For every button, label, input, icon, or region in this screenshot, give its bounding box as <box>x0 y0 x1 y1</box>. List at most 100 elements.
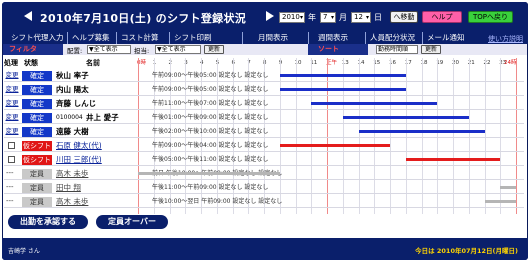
employee-name[interactable]: 石原 健太(代) <box>56 140 102 151</box>
employee-name[interactable]: 内山 陽太 <box>56 84 89 95</box>
tab-help-recruit[interactable]: ヘルプ募集 <box>69 32 117 44</box>
col-action-header: 処理 <box>4 59 18 67</box>
tab-mail-notify[interactable]: メール通知 <box>424 32 486 44</box>
time-label: 24時 <box>504 60 517 66</box>
edit-link[interactable]: 変更 <box>4 112 20 123</box>
sort-select[interactable]: 勤務時間順 <box>376 45 418 54</box>
tab-monthly[interactable]: 月間表示 <box>244 32 309 44</box>
page-title: 2010年7月10日(土) のシフト登録状況 <box>40 12 247 25</box>
shift-time-text: 午前09:00～午後05:00 設定なし 設定なし <box>152 72 269 79</box>
status-badge: 定員 <box>22 183 52 193</box>
status-badge: 確定 <box>22 99 52 109</box>
table-row: 仮シフト 川田 三郎(代) 午後05:00～午後11:00 設定なし 設定なし <box>4 154 524 166</box>
today-date: 今日は 2010年07月12日(月曜日) <box>415 247 518 255</box>
table-row: 変更 確定 0100004 井上 愛子 午後01:00～午後09:00 設定なし 設定な… <box>4 112 524 124</box>
table-row: ---定員高木 未歩前日 午後10:00～午前09:00 設定なし 設定なし <box>4 168 524 180</box>
table-row: 変更 確定 内山 陽太 午前09:00～午後05:00 設定なし 設定なし <box>4 84 524 96</box>
usage-help-link[interactable]: 使い方説明 <box>488 34 523 44</box>
status-badge: 仮シフト <box>22 155 52 165</box>
shift-time-text: 午後02:00～午後10:00 設定なし 設定なし <box>152 128 269 135</box>
status-badge: 確定 <box>22 127 52 137</box>
table-row: --- 定員 田中 翔 午後11:00～午前09:00 設定なし 設定なし <box>4 182 524 194</box>
shift-bar[interactable] <box>500 186 516 189</box>
approve-attendance-button[interactable]: 出勤を承認する <box>8 215 88 229</box>
dept-label: 配置: <box>67 47 83 55</box>
tab-staffing[interactable]: 人員配分状況 <box>367 32 423 44</box>
status-badge: 仮シフト <box>22 141 52 151</box>
row-checkbox[interactable] <box>8 156 15 163</box>
edit-link[interactable]: 変更 <box>4 98 20 109</box>
shift-time-text: 午前09:00～午後04:00 設定なし 設定なし <box>152 142 269 149</box>
employee-name[interactable]: 川田 三郎(代) <box>56 154 102 165</box>
edit-link[interactable]: 変更 <box>4 84 20 95</box>
status-badge: 確定 <box>22 85 52 95</box>
employee-name[interactable]: 田中 翔 <box>56 182 81 193</box>
shift-bar[interactable] <box>484 200 516 203</box>
dept-select[interactable]: ▼全て表示 <box>87 45 131 54</box>
shift-bar[interactable] <box>405 158 501 161</box>
tab-bar: シフト代理入力 ヘルプ募集 コスト計算 シフト印刷 月間表示 週間表示 人員配分… <box>2 32 528 44</box>
edit-link[interactable]: 変更 <box>4 126 20 137</box>
sort-update-button[interactable]: 更新 <box>421 45 441 54</box>
table-row: 変更 確定 斉藤 しんじ 午前11:00～午後07:00 設定なし 設定なし <box>4 98 524 110</box>
employee-name[interactable]: 井上 愛子 <box>86 112 119 123</box>
day-unit: 日 <box>374 13 382 22</box>
row-action-none: --- <box>6 183 14 191</box>
shift-bar[interactable] <box>342 116 469 119</box>
year-unit: 年 <box>308 13 316 22</box>
status-badge: 定員 <box>22 197 52 207</box>
next-day-arrow-icon[interactable] <box>266 11 274 21</box>
role-select[interactable]: ▼全て表示 <box>155 45 201 54</box>
employee-id: 0100004 <box>56 114 83 121</box>
shift-time-text: 午後10:00～翌日 午前09:00 設定なし 設定なし <box>152 198 283 205</box>
footer-bar: 吉崎学 さん 今日は 2010年07月12日(月曜日) <box>2 238 528 260</box>
shift-time-text: 午後01:00～午後09:00 設定なし 設定なし <box>152 114 269 121</box>
month-select[interactable]: 7 <box>320 12 336 23</box>
employee-name[interactable]: 遠藤 大樹 <box>56 126 89 137</box>
tab-proxy-input[interactable]: シフト代理入力 <box>8 32 68 44</box>
year-select[interactable]: 2010 <box>279 12 305 23</box>
move-button[interactable]: へ移動 <box>390 11 418 23</box>
filter-update-button[interactable]: 更新 <box>204 45 224 54</box>
table-row: 仮シフト 石原 健太(代) 午前09:00～午後04:00 設定なし 設定なし <box>4 140 524 152</box>
tab-weekly[interactable]: 週間表示 <box>310 32 366 44</box>
shift-time-text: 午前09:00～午後05:00 設定なし 設定なし <box>152 86 269 93</box>
filter-label: フィルタ <box>3 44 63 55</box>
tab-shift-print[interactable]: シフト印刷 <box>171 32 243 44</box>
top-bar: 2010年7月10日(土) のシフト登録状況 2010 年 7 月 12 日 へ… <box>2 2 528 32</box>
shift-time-text: 午後11:00～午前09:00 設定なし 設定なし <box>152 184 269 191</box>
shift-bar[interactable] <box>279 144 390 147</box>
table-row: 変更 確定 遠藤 大樹 午後02:00～午後10:00 設定なし 設定なし <box>4 126 524 138</box>
status-badge: 確定 <box>22 113 52 123</box>
edit-link[interactable]: 変更 <box>4 70 20 81</box>
shift-bar[interactable] <box>279 74 406 77</box>
back-to-top-button[interactable]: TOPへ戻り <box>468 11 513 23</box>
row-action-none: --- <box>6 169 14 177</box>
shift-bar[interactable] <box>311 102 438 105</box>
shift-time-text: 午前11:00～午後07:00 設定なし 設定なし <box>152 100 269 107</box>
col-name-header: 名前 <box>86 59 100 67</box>
table-row: --- 定員 高木 未歩 午後10:00～翌日 午前09:00 設定なし 設定なし <box>4 196 524 208</box>
row-checkbox[interactable] <box>8 142 15 149</box>
col-status-header: 状態 <box>24 59 38 67</box>
status-badge: 定員 <box>22 169 52 179</box>
shift-bar[interactable] <box>358 130 485 133</box>
day-select[interactable]: 12 <box>351 12 371 23</box>
employee-name[interactable]: 高木 未歩 <box>56 168 88 179</box>
current-user: 吉崎学 さん <box>8 248 40 255</box>
table-row: 変更 確定 秋山 率子 午前09:00～午後05:00 設定なし 設定なし <box>4 70 524 82</box>
month-unit: 月 <box>339 13 347 22</box>
shift-bar[interactable] <box>279 88 406 91</box>
status-badge: 確定 <box>22 71 52 81</box>
tab-cost-calc[interactable]: コスト計算 <box>118 32 170 44</box>
help-button[interactable]: ヘルプ <box>422 11 462 23</box>
employee-name[interactable]: 斉藤 しんじ <box>56 98 96 109</box>
employee-name[interactable]: 高木 未歩 <box>56 196 88 207</box>
over-capacity-button[interactable]: 定員オーバー <box>96 215 168 229</box>
role-label: 担当: <box>134 47 150 55</box>
shift-bar[interactable] <box>138 172 280 175</box>
prev-day-arrow-icon[interactable] <box>24 11 32 21</box>
employee-name[interactable]: 秋山 率子 <box>56 70 89 81</box>
sort-label: ソート <box>308 44 368 55</box>
shift-grid: 処理 状態 名前 0時1234567891011正午13141516171819… <box>4 58 524 214</box>
